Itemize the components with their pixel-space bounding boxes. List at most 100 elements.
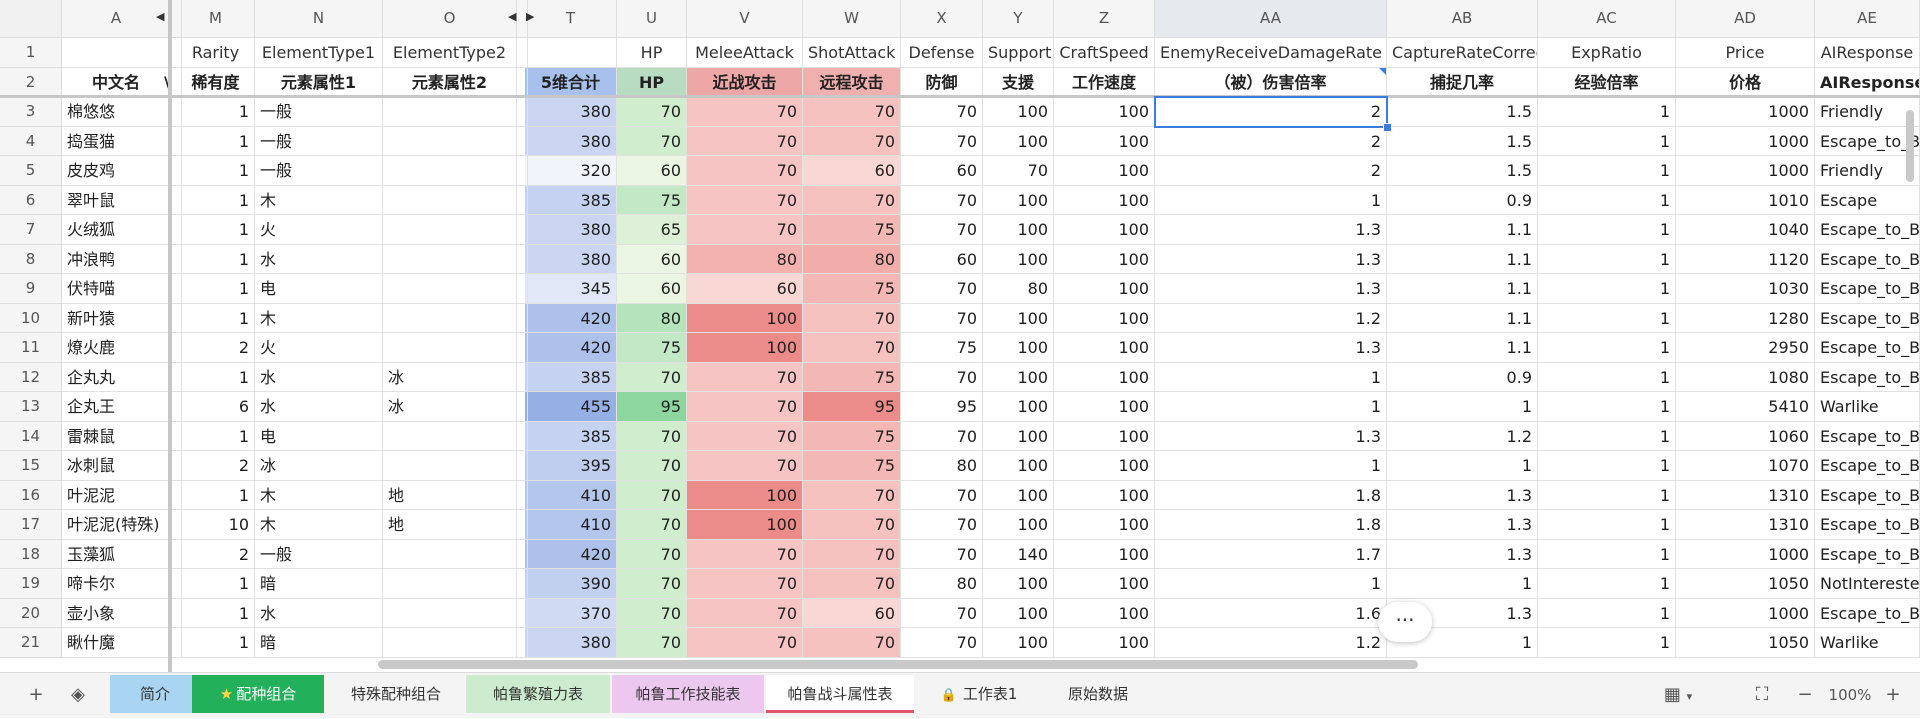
row-header[interactable]: 10 xyxy=(0,303,62,333)
data-cell[interactable]: 1 xyxy=(1387,392,1538,422)
data-cell[interactable]: 70 xyxy=(803,185,901,215)
data-cell[interactable]: 100 xyxy=(1054,97,1155,127)
data-cell[interactable]: 6 xyxy=(177,392,255,422)
data-cell[interactable] xyxy=(383,156,517,186)
data-cell[interactable]: 5410 xyxy=(1676,392,1815,422)
row-header[interactable]: 11 xyxy=(0,333,62,363)
row-header[interactable]: 16 xyxy=(0,480,62,510)
data-cell[interactable]: 70 xyxy=(617,569,687,599)
data-cell[interactable]: 80 xyxy=(803,244,901,274)
data-cell[interactable]: 1.7 xyxy=(1155,539,1387,569)
data-cell[interactable]: 70 xyxy=(803,126,901,156)
data-cell[interactable]: 一般 xyxy=(255,539,383,569)
data-cell[interactable]: 75 xyxy=(803,421,901,451)
data-cell[interactable]: 1050 xyxy=(1676,569,1815,599)
data-cell[interactable]: 1 xyxy=(1538,598,1676,628)
data-cell[interactable]: 1 xyxy=(1155,185,1387,215)
column-header[interactable]: T xyxy=(525,0,617,38)
data-cell[interactable]: 100 xyxy=(1054,244,1155,274)
data-cell[interactable]: 1.3 xyxy=(1387,480,1538,510)
sheet-tab[interactable]: ★ 配种组合 xyxy=(192,675,324,713)
row-header[interactable]: 8 xyxy=(0,244,62,274)
data-cell[interactable]: 1000 xyxy=(1676,97,1815,127)
data-cell[interactable]: 100 xyxy=(983,628,1054,658)
row-header[interactable]: 18 xyxy=(0,539,62,569)
data-cell[interactable]: 叶泥泥 xyxy=(62,480,171,510)
data-cell[interactable]: 1 xyxy=(1538,628,1676,658)
data-cell[interactable]: 70 xyxy=(803,480,901,510)
data-cell[interactable]: 70 xyxy=(687,156,803,186)
data-cell[interactable]: 1 xyxy=(1538,569,1676,599)
data-cell[interactable]: 企丸王 xyxy=(62,392,171,422)
data-cell[interactable]: 1.1 xyxy=(1387,303,1538,333)
data-cell[interactable]: 70 xyxy=(617,510,687,540)
column-header[interactable]: X xyxy=(901,0,983,38)
data-cell[interactable]: 75 xyxy=(617,185,687,215)
data-cell[interactable]: 70 xyxy=(687,215,803,245)
data-cell[interactable]: 1070 xyxy=(1676,451,1815,481)
data-cell[interactable]: 翠叶鼠 xyxy=(62,185,171,215)
data-cell[interactable]: 棉悠悠 xyxy=(62,97,171,127)
data-cell[interactable]: 1 xyxy=(1155,569,1387,599)
data-cell[interactable]: 1 xyxy=(1538,274,1676,304)
column-group-toggle-icon[interactable]: ▶ xyxy=(526,10,534,23)
data-cell[interactable]: Escape_to_B xyxy=(1815,215,1920,245)
data-cell[interactable]: 水 xyxy=(255,392,383,422)
fill-handle[interactable] xyxy=(1383,122,1392,132)
data-cell[interactable]: 390 xyxy=(525,569,617,599)
sheet-list-icon[interactable]: ◈ xyxy=(60,673,96,717)
data-cell[interactable]: 100 xyxy=(1054,628,1155,658)
data-cell[interactable]: 1 xyxy=(1538,421,1676,451)
data-cell[interactable]: 1120 xyxy=(1676,244,1815,274)
data-cell[interactable]: 70 xyxy=(901,97,983,127)
data-cell[interactable]: 1 xyxy=(177,185,255,215)
data-cell[interactable]: 火 xyxy=(255,215,383,245)
data-cell[interactable]: 1 xyxy=(1538,185,1676,215)
data-cell[interactable]: 一般 xyxy=(255,97,383,127)
data-cell[interactable]: 1 xyxy=(177,274,255,304)
data-cell[interactable]: 玉藻狐 xyxy=(62,539,171,569)
data-cell[interactable]: 420 xyxy=(525,303,617,333)
data-cell[interactable]: 1 xyxy=(1387,451,1538,481)
data-cell[interactable]: 380 xyxy=(525,97,617,127)
sheet-tab[interactable]: 特殊配种组合 xyxy=(328,675,464,713)
data-cell[interactable]: 1.6 xyxy=(1155,598,1387,628)
data-cell[interactable]: 1 xyxy=(177,362,255,392)
data-cell[interactable]: 地 xyxy=(383,510,517,540)
data-cell[interactable]: 80 xyxy=(983,274,1054,304)
data-cell[interactable] xyxy=(383,97,517,127)
data-cell[interactable]: 1010 xyxy=(1676,185,1815,215)
data-cell[interactable]: 皮皮鸡 xyxy=(62,156,171,186)
data-cell[interactable]: 捣蛋猫 xyxy=(62,126,171,156)
data-cell[interactable]: 70 xyxy=(687,126,803,156)
data-cell[interactable]: 100 xyxy=(983,215,1054,245)
data-cell[interactable]: 410 xyxy=(525,510,617,540)
data-cell[interactable]: 80 xyxy=(617,303,687,333)
data-cell[interactable]: 60 xyxy=(901,244,983,274)
data-cell[interactable]: 1080 xyxy=(1676,362,1815,392)
data-cell[interactable]: 1 xyxy=(1538,97,1676,127)
data-cell[interactable]: 2 xyxy=(1155,126,1387,156)
data-cell[interactable]: 1 xyxy=(177,244,255,274)
data-cell[interactable]: 380 xyxy=(525,244,617,274)
data-cell[interactable]: 70 xyxy=(803,539,901,569)
data-cell[interactable]: 455 xyxy=(525,392,617,422)
row-header[interactable]: 2 xyxy=(0,67,62,97)
data-cell[interactable]: 100 xyxy=(983,598,1054,628)
data-cell[interactable]: 1060 xyxy=(1676,421,1815,451)
data-cell[interactable] xyxy=(383,126,517,156)
data-cell[interactable]: 1.8 xyxy=(1155,480,1387,510)
data-cell[interactable]: 1030 xyxy=(1676,274,1815,304)
data-cell[interactable]: 冰 xyxy=(383,362,517,392)
data-cell[interactable]: 1 xyxy=(1155,392,1387,422)
column-header[interactable]: N xyxy=(255,0,383,38)
data-cell[interactable]: Escape_to_B xyxy=(1815,421,1920,451)
data-cell[interactable]: 0.9 xyxy=(1387,185,1538,215)
data-cell[interactable]: 100 xyxy=(983,421,1054,451)
data-cell[interactable]: 75 xyxy=(803,215,901,245)
data-cell[interactable]: 70 xyxy=(617,362,687,392)
data-cell[interactable]: 1000 xyxy=(1676,539,1815,569)
data-cell[interactable]: 2 xyxy=(177,333,255,363)
select-all-corner[interactable] xyxy=(0,0,62,38)
column-group-toggle-icon[interactable]: ◀ xyxy=(156,10,164,23)
